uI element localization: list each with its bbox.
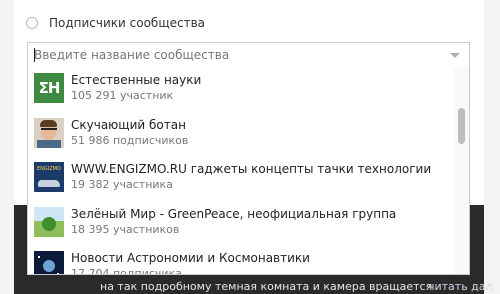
nerd-avatar-icon [34,117,64,148]
community-members: 51 986 подписчиков [71,133,189,147]
suggestions-list: ΣH Естественные науки 105 291 участник С… [28,66,455,275]
background-post-caption: на так подробному темная комната и камер… [100,280,433,293]
radio-button[interactable] [26,17,38,29]
text-caret [34,48,35,62]
list-item[interactable]: Зелёный Мир - GreenPeace, неофициальная … [28,200,455,245]
radio-label: Подписчики сообщества [49,16,206,30]
community-name: Естественные науки [71,73,202,88]
community-members: 18 395 участников [71,222,180,236]
community-members: 19 382 участника [71,178,173,192]
list-item[interactable]: Новости Астрономии и Космонавтики 17 704… [28,244,455,275]
list-item[interactable]: ΣH Естественные науки 105 291 участник [28,66,455,111]
community-subscribers-option[interactable]: Подписчики сообщества [26,14,205,32]
greenpeace-avatar-icon [34,206,64,237]
community-search-input[interactable] [34,47,434,63]
engizmo-avatar-icon: ENGIZMO [34,162,64,193]
community-name: Зелёный Мир - GreenPeace, неофициальная … [71,206,397,221]
scrollbar-thumb[interactable] [458,108,465,144]
chevron-down-icon[interactable] [450,53,460,58]
community-name: Скучающий ботан [71,117,186,132]
dropdown-scrollbar[interactable] [453,66,469,274]
list-item[interactable]: Скучающий ботан 51 986 подписчиков [28,111,455,156]
community-members: 17 704 подписчика [71,267,182,275]
community-name: WWW.ENGIZMO.RU гаджеты концепты тачки те… [71,162,432,177]
list-item[interactable]: ENGIZMO WWW.ENGIZMO.RU гаджеты концепты … [28,155,455,200]
community-members: 105 291 участник [71,89,174,103]
science-logo-icon: ΣH [34,73,64,104]
astronomy-avatar-icon [34,251,64,274]
background-read-more-link: читать дал [428,280,493,293]
community-suggestions-dropdown: ΣH Естественные науки 105 291 участник С… [27,66,470,275]
community-search-combobox[interactable] [27,42,470,67]
community-name: Новости Астрономии и Космонавтики [71,251,310,266]
